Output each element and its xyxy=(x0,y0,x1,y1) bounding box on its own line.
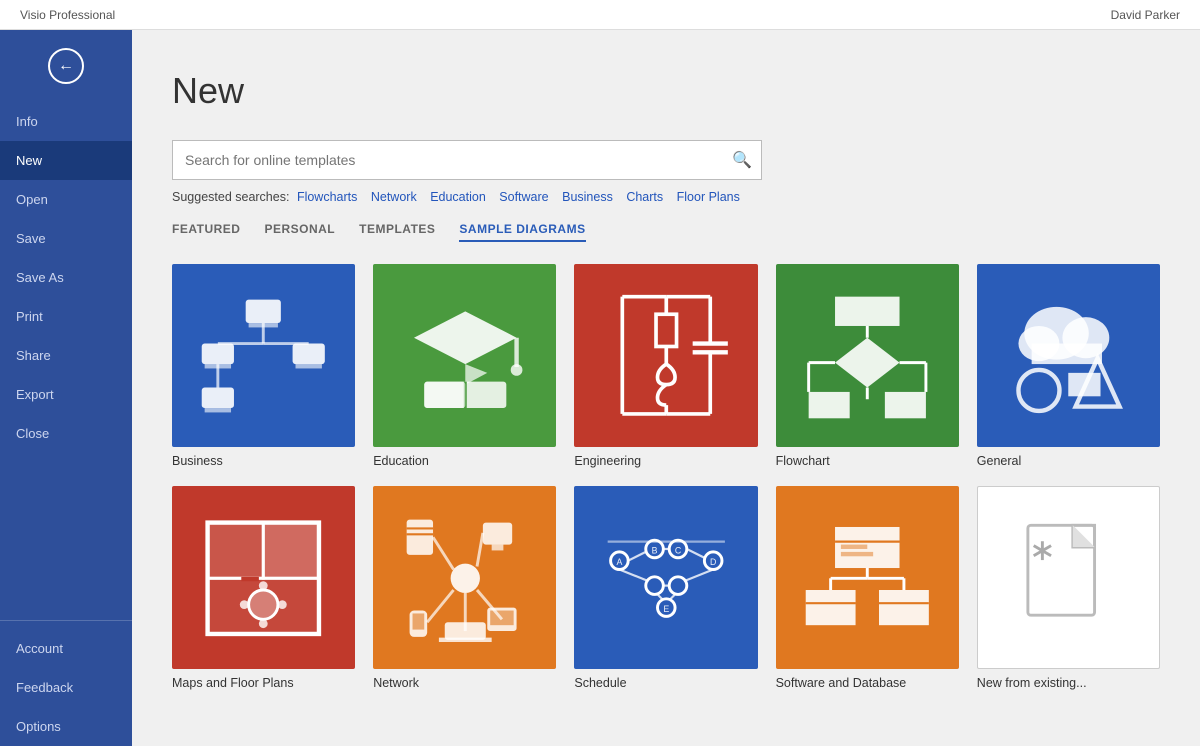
suggested-software[interactable]: Software xyxy=(499,190,548,204)
svg-text:D: D xyxy=(710,557,716,567)
template-thumb-flowchart xyxy=(776,264,959,447)
search-bar: 🔍 xyxy=(172,140,762,180)
sidebar-bottom: Account Feedback Options xyxy=(0,612,132,746)
svg-text:A: A xyxy=(616,557,622,567)
templates-grid: Business Educ xyxy=(172,264,1160,690)
search-input[interactable] xyxy=(173,144,723,176)
sidebar-item-save-as[interactable]: Save As xyxy=(0,258,132,297)
sidebar-item-share[interactable]: Share xyxy=(0,336,132,375)
main-layout: ← Info New Open Save Save As Print Share… xyxy=(0,30,1200,746)
template-label-engineering: Engineering xyxy=(574,454,757,468)
sidebar-item-account[interactable]: Account xyxy=(0,629,132,668)
svg-text:B: B xyxy=(651,545,657,555)
template-engineering[interactable]: Engineering xyxy=(574,264,757,468)
back-circle-icon[interactable]: ← xyxy=(48,48,84,84)
template-general[interactable]: General xyxy=(977,264,1160,468)
tabs: FEATURED PERSONAL TEMPLATES SAMPLE DIAGR… xyxy=(172,222,1160,242)
sidebar-divider xyxy=(0,620,132,621)
template-thumb-business xyxy=(172,264,355,447)
template-label-education: Education xyxy=(373,454,556,468)
back-button[interactable]: ← xyxy=(0,30,132,102)
sidebar-item-save[interactable]: Save xyxy=(0,219,132,258)
sidebar-item-options[interactable]: Options xyxy=(0,707,132,746)
suggested-label: Suggested searches: xyxy=(172,190,289,204)
template-software-database[interactable]: Software and Database xyxy=(776,486,959,690)
sidebar-item-info[interactable]: Info xyxy=(0,102,132,141)
svg-text:E: E xyxy=(663,604,669,614)
sidebar-item-close[interactable]: Close xyxy=(0,414,132,453)
tab-templates[interactable]: TEMPLATES xyxy=(359,222,435,242)
template-education[interactable]: Education xyxy=(373,264,556,468)
template-schedule[interactable]: A B C D E Schedule xyxy=(574,486,757,690)
search-button[interactable]: 🔍 xyxy=(723,141,761,179)
template-thumb-engineering xyxy=(574,264,757,447)
template-label-network: Network xyxy=(373,676,556,690)
template-thumb-new-from-existing xyxy=(977,486,1160,669)
template-flowchart[interactable]: Flowchart xyxy=(776,264,959,468)
tab-personal[interactable]: PERSONAL xyxy=(264,222,335,242)
template-label-flowchart: Flowchart xyxy=(776,454,959,468)
template-thumb-education xyxy=(373,264,556,447)
suggested-floor-plans[interactable]: Floor Plans xyxy=(677,190,740,204)
template-business[interactable]: Business xyxy=(172,264,355,468)
template-maps-floor-plans[interactable]: Maps and Floor Plans xyxy=(172,486,355,690)
template-thumb-network xyxy=(373,486,556,669)
template-label-general: General xyxy=(977,454,1160,468)
content-area: New 🔍 Suggested searches: Flowcharts Net… xyxy=(132,30,1200,746)
tab-featured[interactable]: FEATURED xyxy=(172,222,240,242)
template-label-software-database: Software and Database xyxy=(776,676,959,690)
template-network[interactable]: Network xyxy=(373,486,556,690)
template-thumb-maps-floor-plans xyxy=(172,486,355,669)
template-thumb-schedule: A B C D E xyxy=(574,486,757,669)
template-label-schedule: Schedule xyxy=(574,676,757,690)
template-new-from-existing[interactable]: New from existing... xyxy=(977,486,1160,690)
template-label-business: Business xyxy=(172,454,355,468)
page-title: New xyxy=(172,70,1160,112)
sidebar: ← Info New Open Save Save As Print Share… xyxy=(0,30,132,746)
sidebar-item-feedback[interactable]: Feedback xyxy=(0,668,132,707)
suggested-charts[interactable]: Charts xyxy=(626,190,663,204)
suggested-flowcharts[interactable]: Flowcharts xyxy=(297,190,357,204)
suggested-searches: Suggested searches: Flowcharts Network E… xyxy=(172,190,1160,204)
sidebar-item-export[interactable]: Export xyxy=(0,375,132,414)
app-name: Visio Professional xyxy=(20,8,115,22)
user-name: David Parker xyxy=(1111,8,1180,22)
suggested-business[interactable]: Business xyxy=(562,190,613,204)
suggested-education[interactable]: Education xyxy=(430,190,486,204)
template-thumb-general xyxy=(977,264,1160,447)
template-label-new-from-existing: New from existing... xyxy=(977,676,1160,690)
template-thumb-software-database xyxy=(776,486,959,669)
suggested-network[interactable]: Network xyxy=(371,190,417,204)
svg-text:C: C xyxy=(675,545,681,555)
sidebar-item-print[interactable]: Print xyxy=(0,297,132,336)
top-bar: Visio Professional David Parker xyxy=(0,0,1200,30)
template-label-maps-floor-plans: Maps and Floor Plans xyxy=(172,676,355,690)
tab-sample-diagrams[interactable]: SAMPLE DIAGRAMS xyxy=(459,222,585,242)
sidebar-item-open[interactable]: Open xyxy=(0,180,132,219)
sidebar-item-new[interactable]: New xyxy=(0,141,132,180)
